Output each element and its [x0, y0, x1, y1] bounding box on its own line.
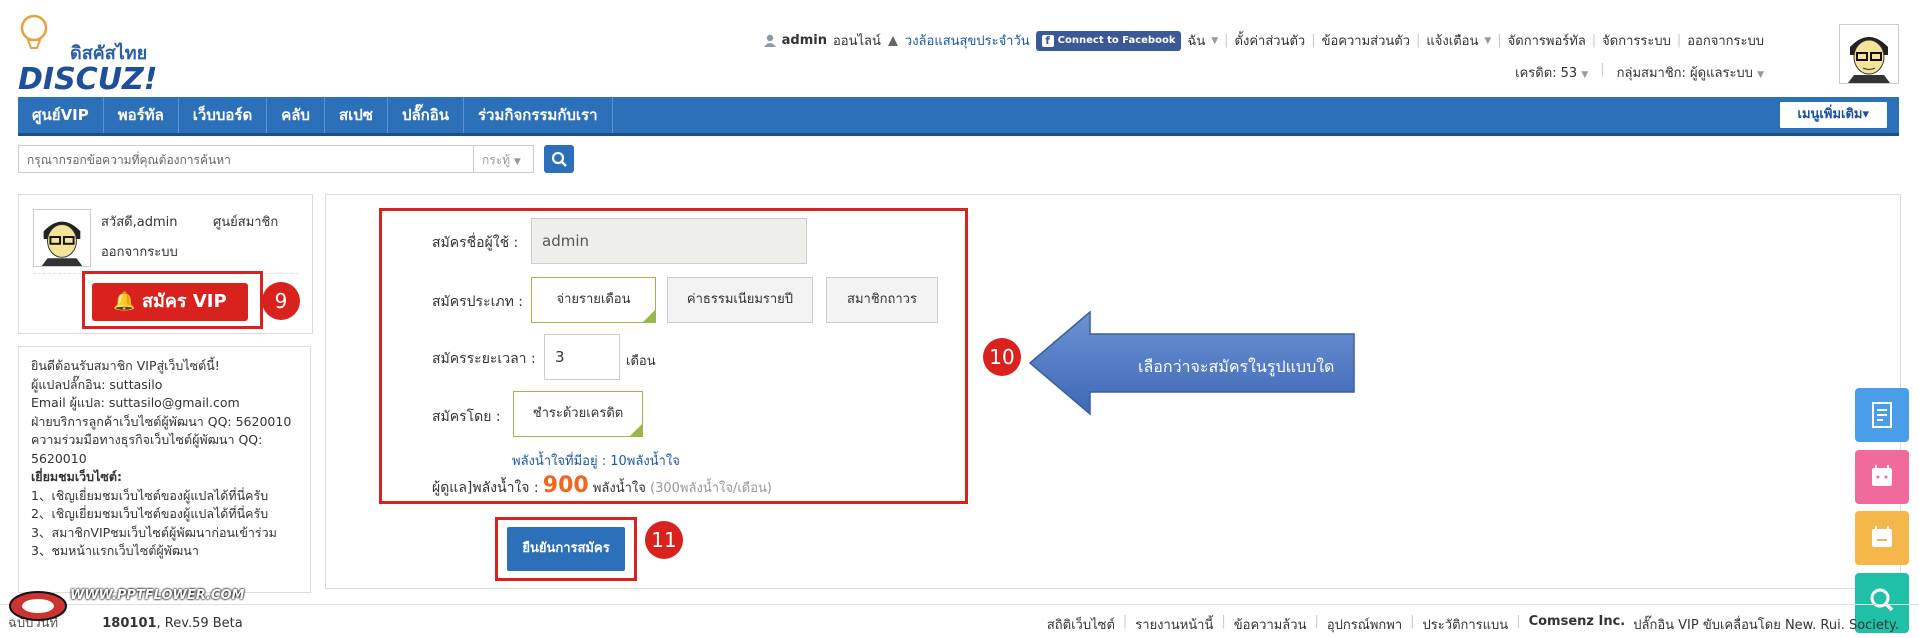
member-avatar[interactable]: [33, 209, 91, 267]
info-line: Email ผู้แปล: suttasilo@gmail.com: [31, 395, 240, 410]
username-label: สมัครชื่อผู้ใช้ :: [432, 235, 519, 251]
menu-logout[interactable]: ออกจากระบบ: [1687, 30, 1764, 51]
visit-link[interactable]: 3、ชมหน้าแรกเว็บไซต์ผู้พัฒนา: [31, 542, 298, 561]
info-line: 5620010: [31, 450, 87, 466]
duration-label: สมัครระยะเวลา :: [432, 351, 536, 367]
daily-wheel-link[interactable]: วงล้อแสนสุขประจำวัน: [905, 30, 1030, 51]
vip-info-panel: ยินดีต้อนรับสมาชิก VIPสู่เว็บไซต์นี้! ผู…: [18, 346, 311, 593]
pay-label: สมัครโดย :: [432, 409, 501, 425]
user-avatar[interactable]: [1839, 24, 1899, 84]
step-badge-11: 11: [645, 521, 683, 559]
confirm-highlight-box: [495, 517, 637, 581]
footer-link-ban-history[interactable]: ประวัติการแบน: [1423, 614, 1509, 635]
type-option-permanent[interactable]: สมาชิกถาวร: [826, 277, 938, 323]
footer-powered: ปลั๊กอิน VIP ขับเคลื่อนโดย New. Rui. Soc…: [1633, 618, 1899, 633]
member-center-link[interactable]: ศูนย์สมาชิก: [213, 211, 278, 232]
nav-club[interactable]: คลับ: [267, 97, 325, 133]
user-toolbar: admin ออนไลน์ วงล้อแสนสุขประจำวัน f Conne…: [763, 30, 1764, 51]
cost-line: ผู้ดูแล]พลังน้ำใจ : 900 พลังน้ำใจ (300พล…: [432, 473, 772, 498]
search-type-select[interactable]: กระทู้ ▼: [474, 145, 534, 173]
callout-text: เลือกว่าจะสมัครในรูปแบบใด: [1138, 357, 1335, 376]
nav-plugin[interactable]: ปลั๊กอิน: [388, 97, 464, 133]
logo-main-text: DISCUZ!: [18, 62, 158, 97]
document-icon: [1872, 402, 1892, 428]
greeting-text: สวัสดี,admin: [101, 215, 178, 230]
lightbulb-icon: [20, 14, 48, 49]
username-field: admin: [531, 218, 807, 264]
info-line: ยินดีต้อนรับสมาชิก VIPสู่เว็บไซต์นี้!: [31, 358, 220, 373]
float-checkin-button[interactable]: [1855, 450, 1909, 504]
balance-text: พลังน้ำใจที่มีอยู่ : 10พลังน้ำใจ: [512, 454, 680, 469]
user-stats: เครดิต: 53 ▼ | กลุ่มสมาชิก: ผู้ดูแลระบบ …: [1515, 62, 1764, 83]
menu-me[interactable]: ฉัน: [1187, 30, 1205, 51]
footer-links: สถิติเว็บไซต์ | รายงานหน้านี้ | ข้อความล้ว…: [1046, 614, 1899, 635]
avatar-face-icon: [34, 210, 90, 266]
calendar-icon: [1872, 526, 1892, 547]
duration-input[interactable]: 3: [544, 334, 620, 380]
menu-settings[interactable]: ตั้งค่าส่วนตัว: [1235, 30, 1306, 51]
nav-portal[interactable]: พอร์ทัล: [104, 97, 179, 133]
search-icon: [551, 151, 567, 167]
visit-link[interactable]: 3、สมาชิกVIPชมเว็บไซต์ผู้พัฒนาก่อนเข้าร่ว…: [31, 524, 298, 543]
vip-highlight-box: [82, 271, 263, 329]
more-menu-button[interactable]: เมนูเพิ่มเติม▾: [1779, 102, 1887, 128]
float-task-button[interactable]: [1855, 511, 1909, 565]
footer-link-report[interactable]: รายงานหน้านี้: [1135, 614, 1213, 635]
float-feedback-button[interactable]: [1855, 388, 1909, 442]
avatar-face-icon: [1840, 25, 1898, 83]
facebook-icon: f: [1041, 34, 1054, 47]
info-line: ความร่วมมือทางธุรกิจเว็บไซต์ผู้พัฒนา QQ:: [31, 432, 263, 447]
duration-unit: เดือน: [626, 354, 656, 369]
visit-title: เยี่ยมชมเว็บไซต์:: [31, 469, 122, 484]
pay-option-credit[interactable]: ชำระด้วยเครดิต: [513, 391, 643, 437]
online-status: ออนไลน์: [833, 34, 881, 49]
watermark-text: WWW.PPTFLOWER.COM: [70, 588, 245, 603]
credits-link[interactable]: เครดิต: 53 ▼: [1515, 62, 1588, 83]
visit-link[interactable]: 2、เชิญเยี่ยมชมเว็บไซต์ของผู้แปลได้ที่นี่…: [31, 505, 298, 524]
calendar-icon: [1872, 465, 1892, 486]
menu-system-admin[interactable]: จัดการระบบ: [1602, 30, 1671, 51]
site-logo[interactable]: ดิสคัสไทย DISCUZ!: [18, 12, 168, 97]
type-option-yearly[interactable]: ค่าธรรมเนียมรายปี: [667, 277, 813, 323]
step-badge-9: 9: [262, 282, 300, 320]
search-button[interactable]: [544, 145, 574, 173]
footer-link-mobile[interactable]: อุปกรณ์พกพา: [1327, 614, 1402, 635]
menu-portal-admin[interactable]: จัดการพอร์ทัล: [1508, 30, 1586, 51]
visit-link[interactable]: 1、เชิญเยี่ยมชมเว็บไซต์ของผู้แปลได้ที่นี่…: [31, 487, 298, 506]
nav-vip-center[interactable]: ศูนย์VIP: [18, 97, 104, 133]
user-icon: [763, 34, 776, 47]
type-option-monthly[interactable]: จ่ายรายเดือน: [531, 277, 656, 323]
nav-activities[interactable]: ร่วมกิจกรรมกับเรา: [464, 97, 613, 133]
info-line: ฝ่ายบริการลูกค้าเว็บไซต์ผู้พัฒนา QQ: 562…: [31, 413, 292, 429]
facebook-connect-button[interactable]: f Connect to Facebook: [1035, 30, 1182, 51]
search-bar: กรุณากรอกข้อความที่คุณต้องการค้นหา กระทู…: [18, 143, 574, 175]
cost-value: 900: [542, 473, 589, 498]
search-input[interactable]: กรุณากรอกข้อความที่คุณต้องการค้นหา: [18, 145, 474, 173]
invisible-icon[interactable]: [887, 35, 899, 47]
nav-forum[interactable]: เว็บบอร์ด: [179, 97, 268, 133]
footer-divider: [0, 604, 1919, 605]
username-link[interactable]: admin: [782, 33, 827, 48]
menu-notifications[interactable]: แจ้งเตือน: [1426, 30, 1478, 51]
footer-link-text[interactable]: ข้อความล้วน: [1234, 614, 1307, 635]
group-link[interactable]: กลุ่มสมาชิก: ผู้ดูแลระบบ ▼: [1617, 62, 1764, 83]
info-line: ผู้แปลปลั๊กอิน: suttasilo: [31, 376, 163, 392]
step-badge-10: 10: [983, 338, 1021, 376]
main-nav: ศูนย์VIP พอร์ทัล เว็บบอร์ด คลับ สเปซ ปลั…: [18, 97, 1899, 136]
footer-company[interactable]: Comsenz Inc.: [1529, 614, 1626, 635]
nav-space[interactable]: สเปซ: [325, 97, 388, 133]
footer-link-stats[interactable]: สถิติเว็บไซต์: [1047, 614, 1115, 635]
logout-link[interactable]: ออกจากระบบ: [101, 241, 178, 262]
menu-messages[interactable]: ข้อความส่วนตัว: [1322, 30, 1410, 51]
type-label: สมัครประเภท :: [432, 294, 523, 310]
